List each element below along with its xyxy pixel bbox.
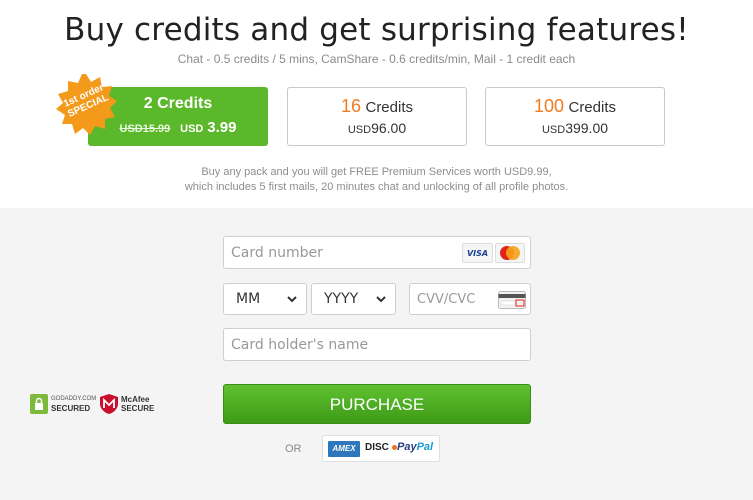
pack-new-price: 3.99 xyxy=(207,119,237,136)
chevron-down-icon xyxy=(287,296,297,303)
godaddy-line-1: GODADDY.COM xyxy=(51,395,97,402)
godaddy-line-2: SECURED xyxy=(51,403,91,413)
paypal-icon: PayPal xyxy=(397,441,434,453)
expiry-year-select[interactable]: YYYY xyxy=(311,283,396,315)
pack-currency: USD xyxy=(541,124,566,136)
cvv-input[interactable]: CVV/CVC xyxy=(409,283,531,315)
pack-credits-number: 16 xyxy=(341,96,362,116)
expiry-month-value: MM xyxy=(236,291,261,307)
cvv-placeholder: CVV/CVC xyxy=(417,291,476,307)
pack-price: USD399.00 xyxy=(486,120,664,136)
alternative-payment-button[interactable]: AMEX DISC PayPal xyxy=(322,435,440,462)
pack-title: 100 Credits xyxy=(486,96,664,117)
amex-icon: AMEX xyxy=(328,441,360,457)
pack-100-credits[interactable]: 100 Credits USD399.00 xyxy=(485,87,665,146)
pack-credits-number: 2 xyxy=(143,95,153,112)
pack-old-price: USD15.99 xyxy=(119,123,171,135)
mcafee-line-1: McAfee xyxy=(121,394,150,404)
pack-price: USD96.00 xyxy=(288,120,466,136)
pack-new-price: 399.00 xyxy=(565,120,609,136)
pack-credits-word: Credits xyxy=(157,95,213,112)
shield-icon xyxy=(100,393,118,414)
card-holder-placeholder: Card holder's name xyxy=(231,336,369,353)
pack-new-price: 96.00 xyxy=(371,120,407,136)
purchase-button[interactable]: PURCHASE xyxy=(223,384,531,424)
godaddy-secured-seal: GODADDY.COM SECURED xyxy=(30,393,96,414)
card-number-placeholder: Card number xyxy=(231,244,323,261)
card-holder-input[interactable]: Card holder's name xyxy=(223,328,531,361)
pack-credits-number: 100 xyxy=(533,96,565,116)
pack-credits-word: Credits xyxy=(365,99,413,116)
discover-icon: DISC xyxy=(365,442,397,453)
pack-currency: USD xyxy=(180,123,204,135)
pack-title: 16 Credits xyxy=(288,96,466,117)
pack-currency: USD xyxy=(347,124,372,136)
pack-16-credits[interactable]: 16 Credits USD96.00 xyxy=(287,87,467,146)
first-order-special-badge: 1st order SPECIAL xyxy=(55,73,117,135)
chevron-down-icon xyxy=(376,296,386,303)
expiry-year-value: YYYY xyxy=(324,291,359,307)
pricing-subtitle: Chat - 0.5 credits / 5 mins, CamShare - … xyxy=(177,52,576,66)
mcafee-secure-seal: McAfee SECURE xyxy=(100,393,154,414)
pack-credits-word: Credits xyxy=(568,99,616,116)
expiry-month-select[interactable]: MM xyxy=(223,283,307,315)
lock-icon xyxy=(30,393,48,414)
card-number-input[interactable]: Card number VISA xyxy=(223,236,531,269)
mastercard-icon xyxy=(495,243,525,263)
card-back-icon xyxy=(498,291,526,309)
note-line-1: Buy any pack and you will get FREE Premi… xyxy=(201,166,552,178)
page-title: Buy credits and get surprising features! xyxy=(64,12,689,48)
visa-icon: VISA xyxy=(462,243,493,263)
premium-services-note: Buy any pack and you will get FREE Premi… xyxy=(0,165,753,195)
or-label: OR xyxy=(285,443,302,455)
mcafee-line-2: SECURE xyxy=(121,403,155,413)
note-line-2: which includes 5 first mails, 20 minutes… xyxy=(184,181,569,193)
